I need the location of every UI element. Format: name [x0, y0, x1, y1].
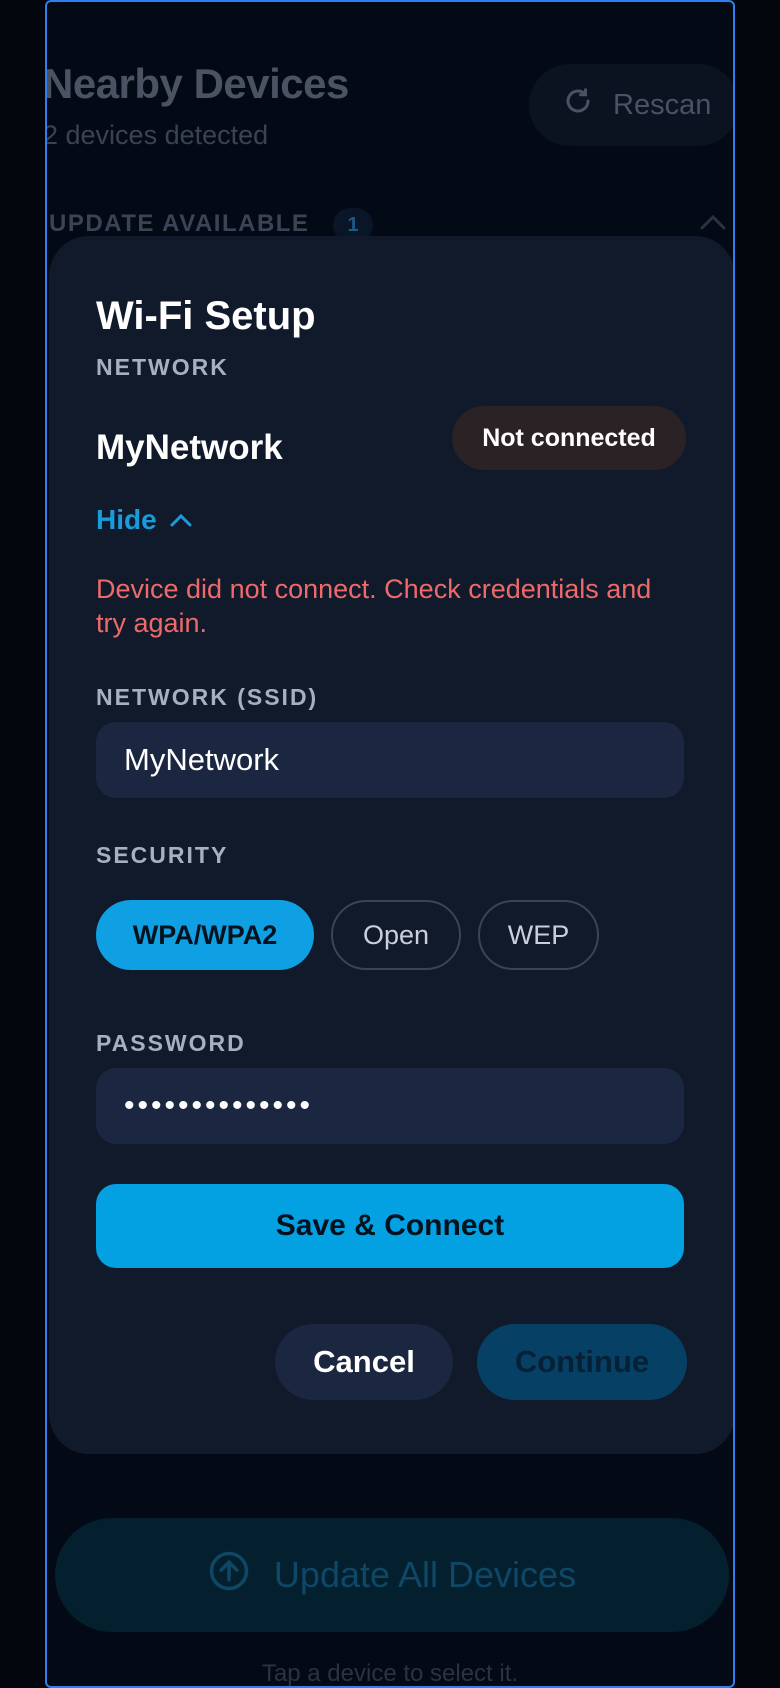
hint-text: Tap a device to select it.	[261, 1660, 519, 1687]
rescan-label: Rescan	[613, 88, 712, 121]
network-name: MyNetwork	[96, 428, 283, 467]
security-label: SECURITY	[96, 842, 229, 868]
error-message: Device did not connect. Check credential…	[96, 574, 652, 638]
rescan-button[interactable]: Rescan	[529, 64, 733, 146]
hide-toggle-label: Hide	[96, 504, 157, 535]
chevron-up-icon[interactable]	[699, 212, 727, 232]
network-label: NETWORK	[96, 354, 229, 380]
security-option-wep[interactable]: WEP	[478, 900, 599, 970]
device-count-subtitle: 2 devices detected	[45, 120, 269, 150]
app-frame: Nearby Devices 2 devices detected Rescan…	[45, 0, 735, 1688]
update-all-label: Update All Devices	[273, 1554, 577, 1595]
connection-status-badge: Not connected	[452, 406, 686, 470]
password-label: PASSWORD	[96, 1030, 246, 1056]
save-connect-button[interactable]: Save & Connect	[96, 1184, 684, 1268]
continue-button[interactable]: Continue	[477, 1324, 687, 1400]
chevron-up-icon	[170, 513, 192, 527]
upload-arrow-icon	[208, 1550, 250, 1601]
dialog-title: Wi-Fi Setup	[96, 294, 316, 338]
security-option-wpa[interactable]: WPA/WPA2	[96, 900, 314, 970]
password-input[interactable]: ••••••••••••••	[96, 1068, 684, 1144]
ssid-label: NETWORK (SSID)	[96, 684, 319, 710]
section-header: UPDATE AVAILABLE	[49, 210, 310, 237]
security-option-open[interactable]: Open	[331, 900, 461, 970]
wifi-setup-dialog: Wi-Fi Setup NETWORK MyNetwork Not connec…	[49, 236, 733, 1454]
cancel-button[interactable]: Cancel	[275, 1324, 453, 1400]
page-title: Nearby Devices	[45, 60, 349, 107]
refresh-icon	[563, 86, 593, 124]
hide-details-toggle[interactable]: Hide	[96, 504, 193, 536]
update-all-button[interactable]: Update All Devices	[55, 1518, 729, 1632]
ssid-input[interactable]: MyNetwork	[96, 722, 684, 798]
